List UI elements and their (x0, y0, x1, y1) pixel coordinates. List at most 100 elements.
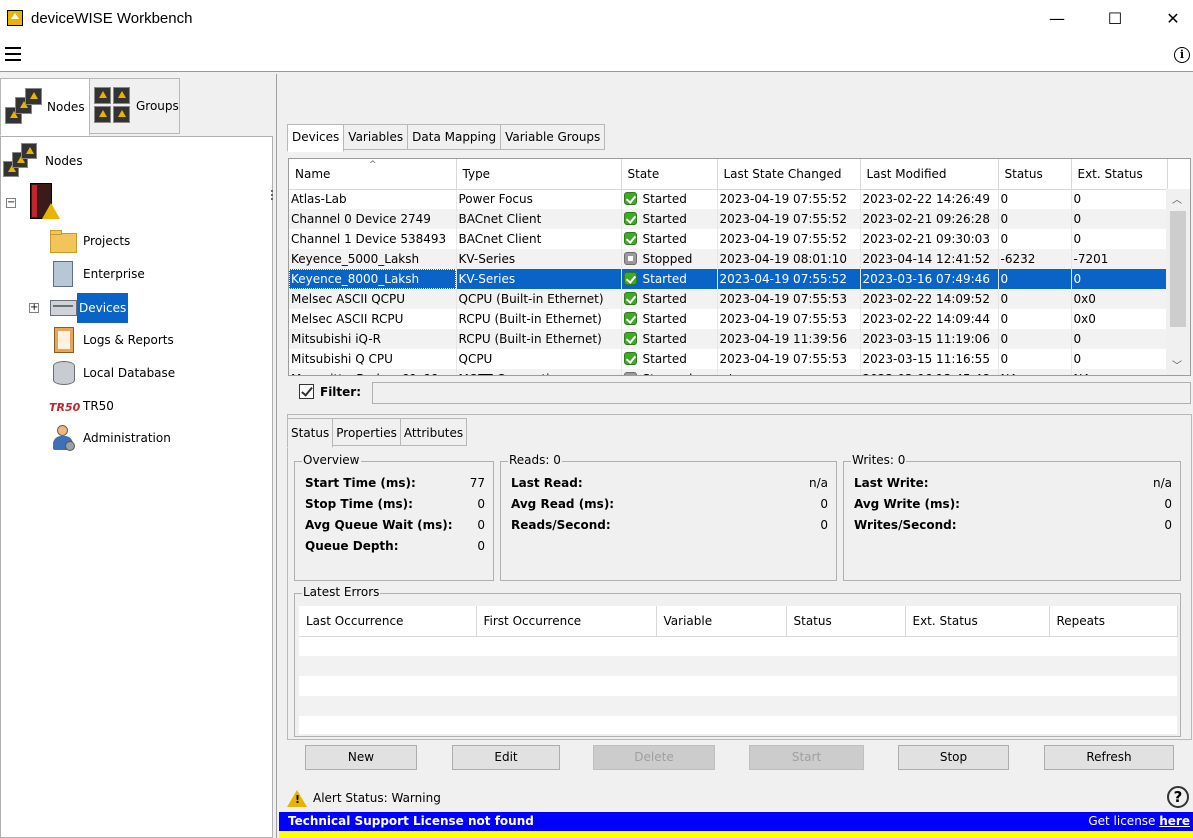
column-header-ext-status[interactable]: Ext. Status (1071, 159, 1168, 190)
stop-button[interactable]: Stop (898, 745, 1009, 770)
filter-checkbox[interactable] (299, 384, 314, 399)
table-cell-type: RCPU (Built-in Ethernet) (456, 309, 622, 329)
table-cell-changed: 2023-04-19 11:39:56 (717, 329, 861, 349)
table-cell-modified: 2023-03-06 13:45:48 (860, 369, 999, 375)
table-cell-type: KV-Series (456, 249, 622, 269)
delete-button[interactable]: Delete (593, 745, 715, 770)
tab-status[interactable]: Status (287, 418, 334, 448)
table-row[interactable]: Channel 1 Device 538493 BACnet Client Star… (289, 229, 1168, 249)
table-cell-type: BACnet Client (456, 209, 622, 229)
table-row[interactable]: Mosquitto_Broker_60_66MQTT ConnectionSto… (289, 369, 1168, 375)
stat-value: 0 (477, 497, 485, 511)
column-header-first-occurrence[interactable]: First Occurrence (476, 606, 657, 637)
expand-icon[interactable]: + (29, 303, 39, 313)
main-pane: Devices Variables Data Mapping Variable … (279, 74, 1193, 838)
collapse-icon[interactable]: − (6, 198, 16, 208)
table-cell-status: 0 (998, 329, 1072, 349)
table-row[interactable]: Channel 0 Device 2749 BACnet Client Starte… (289, 209, 1168, 229)
table-scrollbar[interactable]: ︿ ﹀ (1166, 189, 1190, 375)
stat-row: Avg Read (ms): 0 (511, 497, 828, 517)
column-header-last-modified[interactable]: Last Modified (860, 159, 999, 190)
alert-status[interactable]: Alert Status: Warning (287, 786, 441, 810)
new-button[interactable]: New (305, 745, 417, 770)
column-header-variable[interactable]: Variable (656, 606, 787, 637)
tab-groups-label: Groups (136, 99, 179, 113)
table-row[interactable]: Melsec ASCII QCPU QCPU (Built-in Ethernet… (289, 289, 1168, 309)
tree-item-devices[interactable]: + Devices (29, 293, 129, 323)
table-cell-type: MQTT Connection (456, 369, 622, 375)
table-cell-ext: 0 (1071, 269, 1168, 289)
stat-value: 0 (820, 518, 828, 532)
scrollbar-thumb[interactable] (1170, 211, 1186, 327)
table-cell-modified: 2023-03-15 11:19:06 (860, 329, 999, 349)
started-check-icon (623, 292, 637, 305)
stopped-icon (623, 372, 637, 375)
tree-item-projects[interactable]: Projects (49, 227, 130, 255)
edit-button[interactable]: Edit (452, 745, 560, 770)
hamburger-menu-icon[interactable] (5, 47, 21, 61)
column-header-name[interactable]: ^ Name (289, 159, 457, 190)
tab-nodes[interactable]: Nodes (0, 78, 90, 136)
column-header-last-state-changed[interactable]: Last State Changed (717, 159, 861, 190)
scroll-down-icon[interactable]: ﹀ (1172, 357, 1182, 372)
groups-icon (94, 87, 132, 125)
table-cell-status: -6232 (998, 249, 1072, 269)
table-cell-modified: 2023-02-21 09:30:03 (860, 229, 999, 249)
tab-data-mapping[interactable]: Data Mapping (407, 124, 502, 150)
get-license-link[interactable]: here (1159, 814, 1190, 828)
table-cell-modified: 2023-03-15 11:16:55 (860, 349, 999, 369)
tree-root-nodes[interactable]: Nodes (3, 143, 83, 179)
maximize-button[interactable]: ☐ (1086, 0, 1144, 36)
help-icon[interactable]: ? (1167, 786, 1189, 808)
table-row[interactable]: Mitsubishi iQ-R RCPU (Built-in Ethernet) S… (289, 329, 1168, 349)
tab-properties[interactable]: Properties (332, 418, 401, 446)
get-license-text: Get license here (1088, 814, 1190, 828)
device-icon (49, 294, 77, 322)
column-header-ext-status[interactable]: Ext. Status (905, 606, 1050, 637)
minimize-button[interactable]: — (1028, 0, 1086, 36)
filter-input[interactable] (372, 382, 1191, 404)
tab-attributes[interactable]: Attributes (399, 418, 468, 446)
info-icon[interactable]: i (1174, 47, 1190, 63)
column-header-status[interactable]: Status (998, 159, 1072, 190)
scroll-up-icon[interactable]: ︿ (1172, 191, 1182, 206)
tree-item-logs-reports[interactable]: Logs & Reports (49, 326, 174, 354)
tree-server-node[interactable]: − (6, 183, 60, 223)
column-header-status[interactable]: Status (786, 606, 906, 637)
detail-tabs: Status Properties Attributes (287, 418, 468, 448)
nodes-icon (3, 143, 39, 179)
tree-item-label: Local Database (83, 366, 176, 380)
column-header-last-occurrence[interactable]: Last Occurrence (299, 606, 477, 637)
license-message: Technical Support License not found (288, 814, 534, 828)
table-row[interactable]: Keyence_8000_Laksh KV-Series Started 2023-0… (289, 269, 1168, 289)
refresh-button[interactable]: Refresh (1044, 745, 1174, 770)
latest-errors-group: Latest Errors Last Occurrence First Occu… (294, 585, 1181, 737)
tree-item-administration[interactable]: Administration (49, 424, 171, 452)
splitter-handle[interactable] (271, 190, 273, 200)
table-cell-ext: 0 (1071, 209, 1168, 229)
table-cell-changed: n/a (717, 369, 861, 375)
table-row[interactable]: Atlas-Lab Power Focus Started 2023-04-19 07… (289, 189, 1168, 209)
table-cell-status: 0 (998, 209, 1072, 229)
close-button[interactable]: ✕ (1144, 0, 1193, 36)
tab-variable-groups[interactable]: Variable Groups (500, 124, 606, 150)
column-header-state[interactable]: State (621, 159, 718, 190)
devices-table: ^ Name Type State Last State Changed Last… (288, 158, 1191, 376)
column-header-repeats[interactable]: Repeats (1049, 606, 1178, 637)
started-check-icon (623, 332, 637, 345)
start-button[interactable]: Start (749, 745, 864, 770)
stat-row: Writes/Second: 0 (854, 518, 1172, 538)
column-header-type[interactable]: Type (456, 159, 622, 190)
table-row[interactable]: Keyence_5000_Laksh KV-Series Stopped 2023-0… (289, 249, 1168, 269)
table-row[interactable]: Mitsubishi Q CPU QCPU Started 2023-04-19 07… (289, 349, 1168, 369)
table-cell-name: Channel 1 Device 538493 (289, 229, 457, 249)
tab-variables[interactable]: Variables (343, 124, 409, 150)
tree-item-label: Devices (77, 293, 129, 323)
tree-item-local-database[interactable]: Local Database (49, 359, 175, 387)
tree-item-enterprise[interactable]: Enterprise (49, 260, 145, 288)
tab-groups[interactable]: Groups (89, 78, 180, 134)
tab-devices[interactable]: Devices (287, 124, 345, 152)
tree-item-tr50[interactable]: TR50 TR50 (49, 392, 114, 420)
table-cell-type: BACnet Client (456, 229, 622, 249)
table-row[interactable]: Melsec ASCII RCPU RCPU (Built-in Ethernet… (289, 309, 1168, 329)
